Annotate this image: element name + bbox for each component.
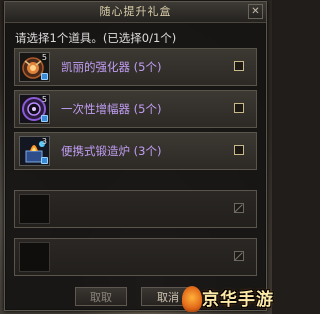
empty-item-slot: [19, 194, 50, 224]
disabled-checkbox: [234, 251, 244, 261]
empty-item-row: [14, 190, 257, 228]
site-watermark: 京华手游: [182, 284, 273, 314]
item-checkbox[interactable]: [234, 61, 244, 71]
item-row[interactable]: 5 一次性增幅器 (5个): [14, 90, 257, 128]
watermark-text: 京华手游: [202, 290, 274, 310]
bound-badge-icon: [41, 115, 48, 122]
item-row[interactable]: 5 凯丽的强化器 (5个): [14, 48, 257, 86]
item-row[interactable]: 3 便携式锻造炉 (3个): [14, 132, 257, 170]
dialog-title: 随心提升礼盒: [99, 5, 172, 18]
item-slot[interactable]: 5: [19, 52, 50, 82]
item-quantity: 3: [41, 137, 47, 146]
bound-badge-icon: [41, 157, 48, 164]
item-slot[interactable]: 5: [19, 94, 50, 124]
close-icon[interactable]: ✕: [248, 4, 263, 19]
empty-item-row: [14, 238, 257, 276]
item-slot[interactable]: 3: [19, 136, 50, 166]
title-bar[interactable]: 随心提升礼盒 ✕: [5, 2, 266, 23]
item-checkbox[interactable]: [234, 103, 244, 113]
item-label: 一次性增幅器 (5个): [61, 102, 162, 116]
cancel-left-button[interactable]: 取取: [75, 287, 127, 306]
item-label: 便携式锻造炉 (3个): [61, 144, 162, 158]
disabled-checkbox: [234, 203, 244, 213]
gift-box-dialog: 随心提升礼盒 ✕ 请选择1个道具。(已选择0/1个) 5 凯丽的强化器 (5个): [4, 1, 267, 311]
item-quantity: 5: [41, 53, 47, 62]
item-checkbox[interactable]: [234, 145, 244, 155]
selection-prompt: 请选择1个道具。(已选择0/1个): [15, 31, 177, 45]
item-label: 凯丽的强化器 (5个): [61, 60, 162, 74]
empty-item-slot: [19, 242, 50, 272]
bound-badge-icon: [41, 73, 48, 80]
item-quantity: 5: [41, 95, 47, 104]
watermark-logo-icon: [182, 286, 202, 312]
